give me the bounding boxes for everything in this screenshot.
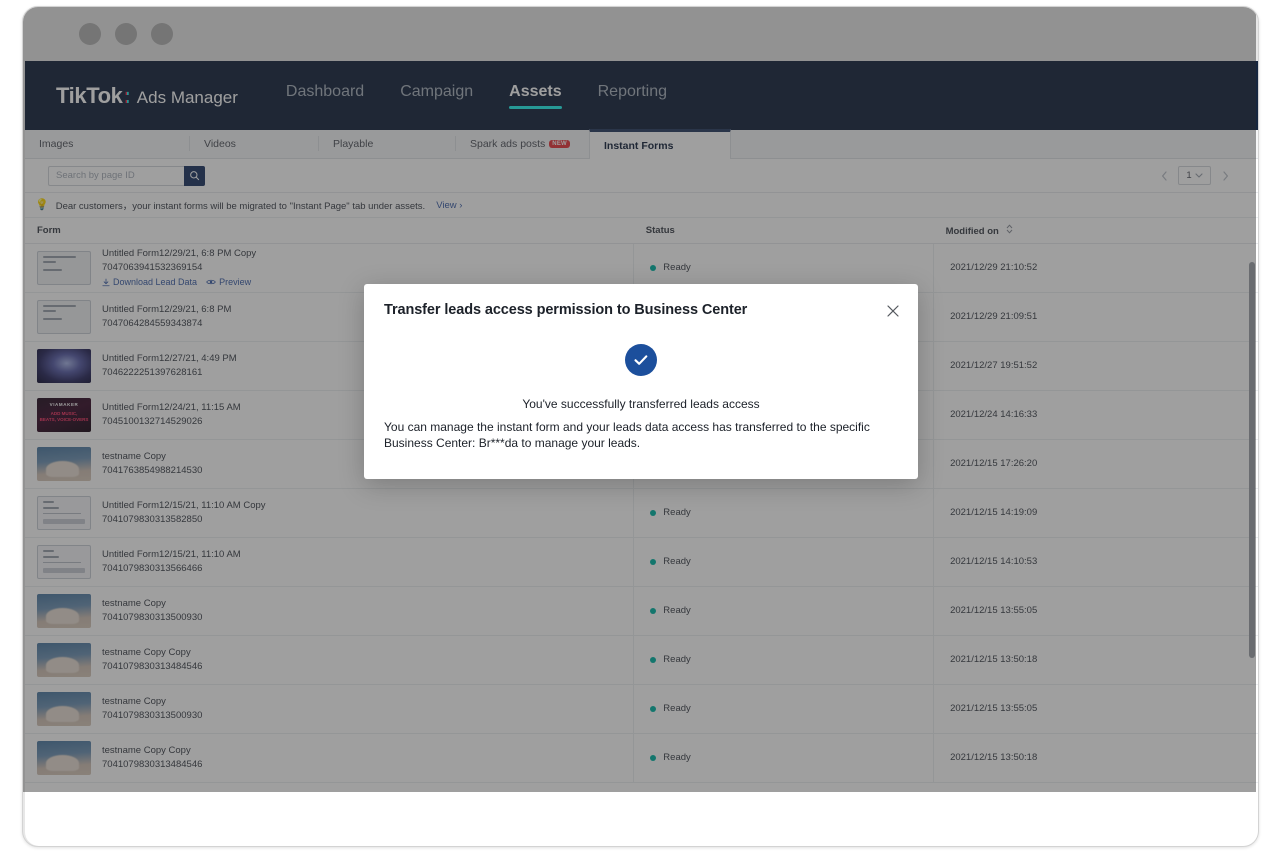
close-icon — [886, 304, 900, 318]
browser-window: TikTok: Ads Manager Dashboard Campaign A… — [22, 6, 1259, 847]
modal-body-text: You can manage the instant form and your… — [384, 420, 898, 452]
modal-success-subtitle: You've successfully transferred leads ac… — [384, 397, 898, 411]
check-icon — [632, 351, 650, 369]
modal-title: Transfer leads access permission to Busi… — [384, 302, 898, 318]
modal-close-button[interactable] — [885, 303, 901, 319]
check-circle-icon — [625, 344, 657, 376]
transfer-leads-modal: Transfer leads access permission to Busi… — [364, 284, 918, 479]
